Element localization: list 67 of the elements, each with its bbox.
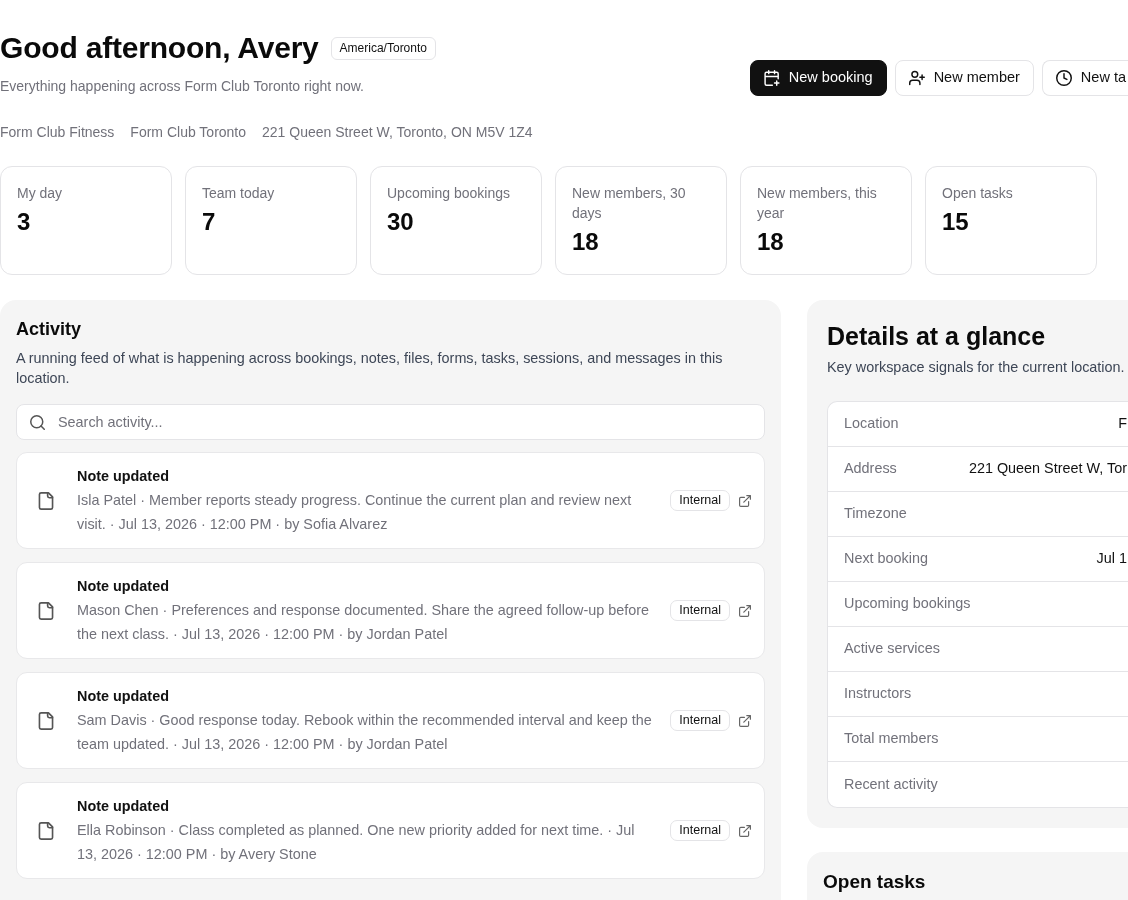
- timezone-badge: America/Toronto: [330, 36, 436, 60]
- stat-label: My day: [17, 184, 64, 203]
- detail-label: Upcoming bookings: [844, 594, 971, 614]
- activity-title: Note updated: [77, 576, 170, 596]
- activity-text: Mason Chen · Preferences and response documented. Share the agreed follow-up before the next class. · Jul 13, 2026 · 12:00 PM · by Jordan Patel: [77, 600, 650, 644]
- visibility-badge: Internal: [670, 490, 730, 511]
- activity-title: Note updated: [77, 796, 170, 816]
- activity-card[interactable]: Note updated Isla Patel · Member reports steady progress. Continue the current plan and review next visit. · Jul 13, 2026 · 12:00 PM · by Sofia Alvarez Internal: [16, 452, 765, 549]
- stat-value: 3: [17, 207, 32, 237]
- activity-card[interactable]: Note updated Ella Robinson · Class completed as planned. One new priority added for next time. · Jul 13, 2026 · 12:00 PM · by Avery Stone Internal: [16, 782, 765, 879]
- stat-label: Open tasks: [942, 184, 1014, 203]
- detail-value: Jul 1: [1096, 549, 1127, 569]
- section-title: Details at a glance: [827, 321, 1047, 351]
- visibility-badge: Internal: [670, 820, 730, 841]
- file-icon: [38, 711, 54, 730]
- activity-text: Sam Davis · Good response today. Rebook within the recommended interval and keep the team updated. · Jul 13, 2026 · 12:00 PM · by Jordan Patel: [77, 710, 653, 754]
- detail-label: Active services: [844, 639, 940, 659]
- meta-text: Form Club Toronto: [130, 123, 247, 142]
- stat-label: Team today: [202, 184, 276, 203]
- activity-card[interactable]: Note updated Mason Chen · Preferences and response documented. Share the agreed follow-up before the next class. · Jul 13, 2026 · 12:00 PM · by Jordan Patel Internal: [16, 562, 765, 659]
- detail-value: 221 Queen Street W, Tor: [968, 459, 1127, 479]
- activity-text: Isla Patel · Member reports steady progress. Continue the current plan and review next visit. · Jul 13, 2026 · 12:00 PM · by Sofia Alvarez: [77, 490, 633, 534]
- section-description: A running feed of what is happening across bookings, notes, files, forms, tasks, sessions, and messages in this location.: [16, 349, 724, 388]
- clock-icon: [1055, 70, 1072, 86]
- stat-label: New members, 30 days: [572, 184, 687, 223]
- file-icon: [38, 601, 54, 620]
- detail-label: Timezone: [844, 504, 907, 524]
- action-button[interactable]: New ta: [1041, 60, 1128, 96]
- stat-value: 30: [387, 207, 415, 237]
- activity-title: Note updated: [77, 686, 170, 706]
- calendar-plus-icon: [763, 70, 780, 86]
- section-title: Activity: [16, 318, 83, 340]
- external-link-icon[interactable]: [739, 604, 751, 617]
- section-title: Open tasks: [823, 870, 927, 894]
- stat-value: 18: [572, 227, 600, 257]
- detail-label: Location: [844, 414, 899, 434]
- detail-label: Total members: [844, 729, 939, 749]
- detail-label: Recent activity: [844, 774, 938, 794]
- stat-label: New members, this year: [757, 184, 878, 223]
- page-subtitle: Everything happening across Form Club Toronto right now.: [0, 77, 365, 96]
- detail-value: F: [1118, 414, 1127, 434]
- activity-title: Note updated: [77, 466, 170, 486]
- file-icon: [38, 821, 54, 840]
- detail-label: Instructors: [844, 684, 912, 704]
- external-link-icon[interactable]: [739, 714, 751, 727]
- detail-label: Next booking: [844, 549, 928, 569]
- action-button[interactable]: New booking: [749, 60, 887, 96]
- meta-text: 221 Queen Street W, Toronto, ON M5V 1Z4: [262, 123, 533, 142]
- section-description: Key workspace signals for the current location.: [827, 358, 1126, 377]
- visibility-badge: Internal: [670, 600, 730, 621]
- stat-value: 18: [757, 227, 785, 257]
- external-link-icon[interactable]: [739, 824, 751, 837]
- meta-text: Form Club Fitness: [0, 123, 115, 142]
- stat-value: 7: [202, 207, 217, 237]
- activity-card[interactable]: Note updated Sam Davis · Good response today. Rebook within the recommended interval and keep the team updated. · Jul 13, 2026 · 12:00 PM · by Jordan Patel Internal: [16, 672, 765, 769]
- search-icon: [30, 415, 45, 430]
- stat-label: Upcoming bookings: [387, 184, 511, 203]
- external-link-icon[interactable]: [739, 494, 751, 507]
- user-plus-icon: [908, 70, 925, 86]
- stat-value: 15: [942, 207, 970, 237]
- file-icon: [38, 491, 54, 510]
- action-button[interactable]: New member: [894, 60, 1034, 96]
- detail-label: Address: [844, 459, 897, 479]
- visibility-badge: Internal: [670, 710, 730, 731]
- page-title: Good afternoon, Avery: [0, 30, 319, 66]
- search-field[interactable]: Search activity...: [16, 404, 765, 440]
- activity-text: Ella Robinson · Class completed as planned. One new priority added for next time. · Jul 13, 2026 · 12:00 PM · by Avery Stone: [77, 820, 636, 864]
